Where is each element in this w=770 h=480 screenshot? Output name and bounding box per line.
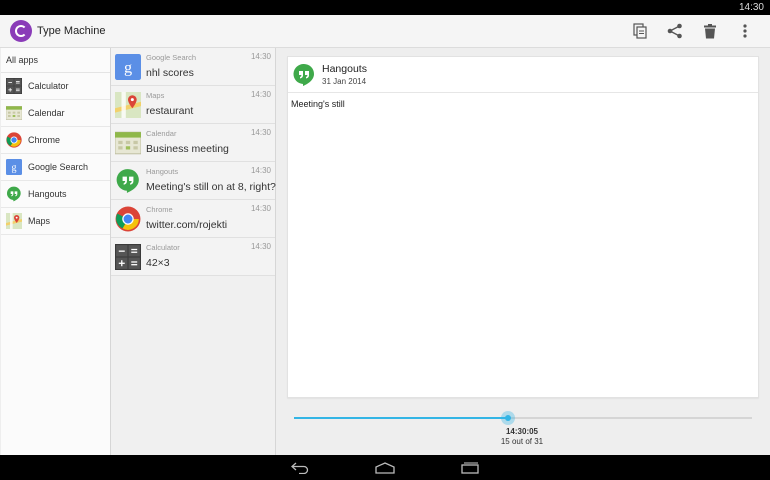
recent-apps-button[interactable]: [455, 458, 485, 478]
navigation-bar: [0, 455, 770, 480]
detail-header: Hangouts 31 Jan 2014: [288, 57, 758, 93]
hangouts-icon: [292, 63, 316, 87]
home-icon: [375, 461, 395, 474]
app-item-label: Calculator: [28, 81, 69, 91]
delete-button[interactable]: [692, 16, 727, 46]
history-list: Google Search nhl scores 14:30 Maps rest…: [111, 48, 276, 455]
type-machine-logo-icon[interactable]: [10, 20, 32, 42]
copy-button[interactable]: [622, 16, 657, 46]
history-item[interactable]: Calendar Business meeting 14:30: [111, 124, 275, 162]
app-item-maps[interactable]: Maps: [1, 208, 110, 235]
timeline-slider-fill: [294, 417, 508, 419]
history-item-text: twitter.com/rojekti: [146, 219, 228, 231]
history-item-text: Business meeting: [146, 143, 229, 155]
history-item-text: Meeting's still on at 8, right?: [146, 181, 276, 193]
timeline-time: 14:30:05: [505, 427, 539, 436]
history-item[interactable]: Hangouts Meeting's still on at 8, right?…: [111, 162, 276, 200]
history-item-time: 14:30: [250, 52, 271, 61]
detail-text[interactable]: Meeting's still: [288, 93, 758, 115]
status-bar: 14:30: [0, 0, 770, 15]
history-item[interactable]: Chrome twitter.com/rojekti 14:30: [111, 200, 275, 238]
chrome-icon: [6, 132, 22, 148]
app-item-calculator[interactable]: Calculator: [1, 73, 110, 100]
status-time: 14:30: [738, 2, 764, 13]
apps-list: All apps Calculator Calendar Chrome Goog…: [1, 48, 111, 455]
app-item-label: Google Search: [28, 162, 89, 172]
app-item-calendar[interactable]: Calendar: [1, 100, 110, 127]
history-item-time: 14:30: [250, 242, 271, 251]
chrome-icon: [115, 206, 141, 232]
back-icon: [291, 462, 309, 474]
history-item-time: 14:30: [250, 166, 271, 175]
app-item-chrome[interactable]: Chrome: [1, 127, 110, 154]
app-item-label: Maps: [28, 216, 51, 226]
history-item[interactable]: Calculator 42×3 14:30: [111, 238, 275, 276]
calendar-icon: [6, 105, 22, 121]
hangouts-icon: [6, 186, 22, 202]
action-buttons: [622, 16, 762, 46]
calculator-icon: [115, 244, 141, 270]
app-item-label: Calendar: [28, 108, 65, 118]
action-bar: Type Machine: [0, 15, 770, 48]
history-item-text: 42×3: [146, 257, 170, 269]
all-apps-item[interactable]: All apps: [1, 48, 110, 73]
history-item-text: nhl scores: [146, 67, 194, 79]
detail-pane: Hangouts 31 Jan 2014 Meeting's still 14:…: [277, 48, 770, 455]
copy-icon: [632, 23, 647, 39]
app-item-hangouts[interactable]: Hangouts: [1, 181, 110, 208]
delete-icon: [703, 23, 716, 38]
back-button[interactable]: [285, 458, 315, 478]
history-item-time: 14:30: [250, 204, 271, 213]
history-item-text: restaurant: [146, 105, 194, 117]
app-item-label: Hangouts: [28, 189, 67, 199]
maps-icon: [115, 92, 141, 118]
app-item-google-search[interactable]: Google Search: [1, 154, 110, 181]
detail-card: Hangouts 31 Jan 2014 Meeting's still: [287, 56, 759, 398]
history-item-time: 14:30: [250, 128, 271, 137]
overflow-menu-button[interactable]: [727, 16, 762, 46]
calculator-icon: [6, 78, 22, 94]
detail-app-name: Hangouts: [322, 63, 367, 75]
share-button[interactable]: [657, 16, 692, 46]
home-button[interactable]: [370, 458, 400, 478]
detail-date: 31 Jan 2014: [322, 77, 367, 86]
google-search-icon: [6, 159, 22, 175]
timeline-slider-thumb[interactable]: [501, 411, 515, 425]
history-item-time: 14:30: [250, 90, 271, 99]
google-search-icon: [115, 54, 141, 80]
timeline-count: 15 out of 31: [500, 437, 544, 446]
calendar-icon: [115, 130, 141, 156]
hangouts-icon: [115, 168, 141, 194]
app-title: Type Machine: [37, 25, 106, 37]
detail-header-text: Hangouts 31 Jan 2014: [322, 63, 367, 86]
share-icon: [667, 23, 682, 39]
overflow-menu-icon: [742, 24, 747, 38]
maps-icon: [6, 213, 22, 229]
app-item-label: Chrome: [28, 135, 61, 145]
timeline-slider[interactable]: [294, 411, 752, 425]
history-item[interactable]: Google Search nhl scores 14:30: [111, 48, 275, 86]
history-item[interactable]: Maps restaurant 14:30: [111, 86, 275, 124]
recent-apps-icon: [461, 461, 479, 474]
